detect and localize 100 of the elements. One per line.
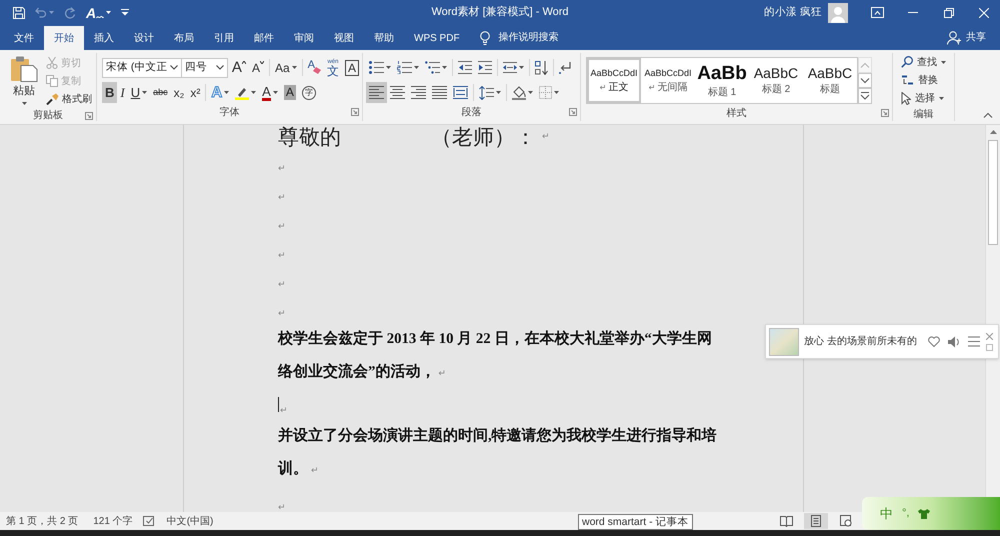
- font-name-field[interactable]: 宋体 (中文正: [102, 58, 182, 78]
- paragraph: 校学生会兹定于 2013 年 10 月 22 日，在本校大礼堂举办“大学生网络创业交流会”的活动， ↵: [278, 331, 712, 380]
- change-case-button[interactable]: Aa: [272, 57, 300, 78]
- dialog-launcher-button[interactable]: [881, 109, 889, 117]
- paragraph-mark: ↵: [648, 84, 656, 92]
- ribbon-display-icon: [870, 7, 884, 18]
- ribbon-tab[interactable]: 布局: [164, 26, 204, 50]
- tell-me-button[interactable]: 操作说明搜索: [480, 25, 559, 50]
- language[interactable]: 中文(中国): [166, 514, 214, 528]
- dialog-launcher-button[interactable]: [351, 108, 359, 116]
- close-icon: [986, 332, 993, 340]
- close-icon: [978, 8, 988, 18]
- ribbon-tab[interactable]: 设计: [124, 26, 164, 50]
- ribbon-tab[interactable]: 引用: [204, 26, 244, 50]
- paste-button[interactable]: 粘贴: [8, 53, 40, 108]
- pointer-icon: [901, 92, 911, 104]
- dialog-launcher-button[interactable]: [85, 112, 93, 120]
- salutation-text: （老师）：: [431, 125, 536, 149]
- ribbon-tab[interactable]: WPS PDF: [404, 26, 470, 50]
- enclose-characters-button[interactable]: 字: [298, 82, 319, 103]
- style-preview: AaBb: [697, 64, 747, 82]
- gallery-down-button[interactable]: [858, 72, 872, 88]
- ribbon-tab[interactable]: 插入: [84, 26, 124, 50]
- eraser-icon: [312, 67, 321, 74]
- scrollbar-thumb[interactable]: [988, 140, 998, 245]
- ribbon-tab[interactable]: 邮件: [244, 26, 284, 50]
- replace-button[interactable]: 替换: [901, 71, 954, 89]
- customize-icon: [121, 9, 130, 16]
- minimize-icon: [908, 12, 918, 13]
- strikethrough-button[interactable]: abc: [150, 82, 171, 103]
- print-layout-button[interactable]: [804, 513, 828, 529]
- page-count[interactable]: 第 1 页，共 2 页: [6, 514, 78, 528]
- ribbon-tab[interactable]: 帮助: [364, 26, 404, 50]
- proofing-button[interactable]: [142, 516, 155, 526]
- word-count[interactable]: 121 个字: [93, 514, 133, 528]
- ribbon-tab[interactable]: 开始: [44, 26, 84, 50]
- style-preview: AaBbCcDdI: [590, 68, 638, 78]
- paint-bucket-icon: [512, 86, 526, 100]
- find-button[interactable]: 查找: [901, 53, 954, 71]
- select-button[interactable]: 选择: [901, 89, 954, 107]
- save-icon: [13, 6, 25, 18]
- font-color-button[interactable]: A: [259, 82, 281, 103]
- volume-button[interactable]: [948, 336, 960, 348]
- ribbon-tab[interactable]: 视图: [324, 26, 364, 50]
- ribbon-tab[interactable]: 文件: [4, 26, 44, 50]
- align-center-icon: [390, 86, 405, 99]
- taskbar-tooltip: word smartart - 记事本: [578, 514, 693, 530]
- style-option[interactable]: AaBbC 标题 2: [749, 58, 803, 103]
- group-label: 字体: [220, 106, 240, 120]
- close-widget-button[interactable]: [986, 332, 993, 340]
- numbered-list-icon: [397, 61, 412, 74]
- share-button[interactable]: 共享: [947, 25, 986, 50]
- grow-font-button[interactable]: A: [228, 57, 249, 78]
- playlist-button[interactable]: [968, 336, 980, 347]
- bulleted-list-icon: [369, 61, 384, 74]
- superscript-button[interactable]: x²: [187, 82, 204, 103]
- justify-icon: [432, 86, 447, 99]
- group-label: 样式: [726, 106, 746, 120]
- underline-button[interactable]: U: [128, 82, 150, 103]
- like-button[interactable]: [928, 336, 940, 347]
- group-label: 编辑: [914, 108, 934, 122]
- bold-button[interactable]: B: [102, 82, 118, 103]
- paragraph-mark: ↵: [278, 220, 286, 234]
- italic-button[interactable]: I: [117, 82, 128, 103]
- format-painter-button[interactable]: 格式刷: [46, 90, 92, 108]
- highlighter-icon: [235, 86, 250, 100]
- paragraph-mark: ↵: [280, 404, 288, 418]
- style-preview: AaBbC: [754, 66, 798, 80]
- open-book-icon: [780, 515, 792, 527]
- paintbrush-icon: [46, 93, 59, 105]
- launcher-icon: [85, 112, 93, 120]
- list-icon: [968, 336, 980, 347]
- style-option[interactable]: AaBb 标题 1: [695, 58, 749, 103]
- album-art-placeholder: [769, 328, 799, 356]
- align-left-button[interactable]: [366, 82, 387, 103]
- gallery-more-button[interactable]: [858, 88, 872, 104]
- distributed-align-icon: [453, 86, 468, 99]
- clear-formatting-button[interactable]: A: [304, 57, 324, 78]
- character-shading-button[interactable]: A: [280, 82, 299, 103]
- paragraph-mark: ↵: [278, 308, 286, 320]
- style-option[interactable]: AaBbCcDdI ↵ 正文: [587, 58, 641, 103]
- avatar-icon: [828, 2, 848, 22]
- collapse-ribbon-button[interactable]: [982, 110, 994, 120]
- skin-button[interactable]: [918, 508, 930, 518]
- paragraph-mark: ↵: [278, 278, 286, 292]
- shrink-font-button[interactable]: A: [248, 57, 267, 78]
- subscript-button[interactable]: x₂: [170, 82, 188, 103]
- font-size-field[interactable]: 四号: [182, 58, 228, 78]
- border-grid-icon: [539, 86, 552, 99]
- style-option[interactable]: AaBbC 标题: [803, 58, 857, 103]
- ribbon-tab[interactable]: 审阅: [284, 26, 324, 50]
- input-mode-toggle[interactable]: 中: [880, 507, 893, 520]
- paragraph-mark: ↵: [542, 131, 550, 144]
- user-name: 的小漾 疯狂: [764, 4, 822, 20]
- dialog-launcher-button[interactable]: [569, 108, 577, 116]
- search-icon: [901, 56, 913, 68]
- launcher-icon: [351, 108, 359, 116]
- paragraph-mark: ↵: [278, 162, 286, 176]
- style-option[interactable]: AaBbCcDdI ↵ 无间隔: [641, 58, 695, 103]
- handwriting-button[interactable]: A: [81, 0, 116, 25]
